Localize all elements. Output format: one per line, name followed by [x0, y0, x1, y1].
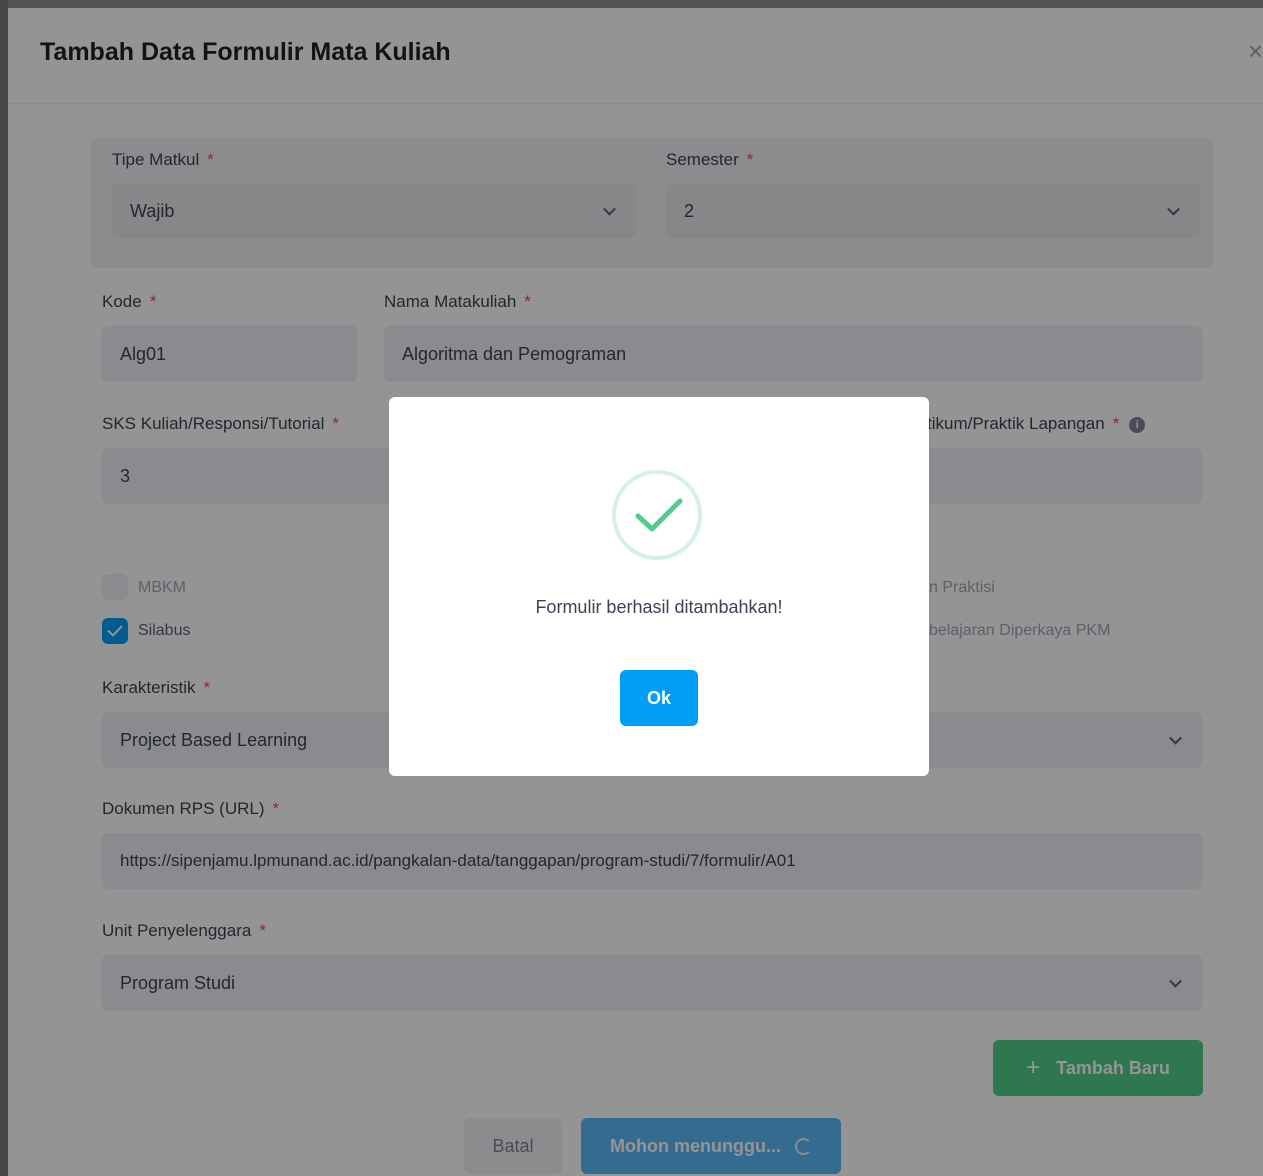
success-dialog: Formulir berhasil ditambahkan! Ok — [389, 397, 929, 776]
ok-button[interactable]: Ok — [620, 670, 698, 726]
success-check-icon — [612, 470, 702, 560]
dialog-message: Formulir berhasil ditambahkan! — [535, 597, 783, 617]
